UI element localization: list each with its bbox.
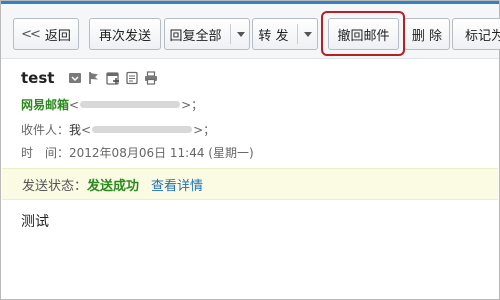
time-row: 时 间： 2012年08月06日 11:44 (星期一) xyxy=(21,144,254,161)
resend-button[interactable]: 再次发送 xyxy=(89,18,161,50)
recipient-label: 收件人： xyxy=(21,123,70,137)
button-divider xyxy=(229,24,231,44)
button-divider xyxy=(296,24,298,44)
recall-label: 撤回邮件 xyxy=(337,28,390,44)
toolbar: << 返回 再次发送 回复全部 转 发 撤回邮件 删 除 标记为 xyxy=(1,4,500,59)
delete-button[interactable]: 删 除 xyxy=(404,18,450,50)
delete-label: 删 除 xyxy=(411,28,443,44)
note-icon[interactable] xyxy=(125,71,139,85)
sender-name[interactable]: 网易邮箱 xyxy=(21,96,69,113)
message-actions xyxy=(68,71,163,85)
mail-view: << 返回 再次发送 回复全部 转 发 撤回邮件 删 除 标记为 test 网易… xyxy=(0,0,500,300)
recipient-open-bracket: < xyxy=(81,122,92,137)
status-label: 发送状态： xyxy=(22,178,88,194)
redacted-recipient-email xyxy=(92,126,193,133)
status-value: 发送成功 xyxy=(87,178,140,194)
recipient-row: 收件人： 我 < >； xyxy=(21,121,215,138)
time-label: 时 间： xyxy=(21,146,70,160)
back-label: 返回 xyxy=(44,28,71,44)
subject-title: test xyxy=(21,69,55,87)
redacted-sender-email xyxy=(80,101,181,108)
sender-close-bracket: >； xyxy=(181,98,204,112)
resend-label: 再次发送 xyxy=(98,28,151,44)
recall-button[interactable]: 撤回邮件 xyxy=(328,18,399,50)
subject-line: test xyxy=(21,69,163,87)
mark-as-label: 标记为 xyxy=(465,28,500,44)
forward-label: 转 发 xyxy=(258,28,289,44)
calendar-add-icon[interactable] xyxy=(106,71,120,85)
sender-open-bracket: < xyxy=(69,97,80,112)
dropdown-caret-icon[interactable] xyxy=(236,31,245,37)
move-icon[interactable] xyxy=(68,71,82,85)
message-body: 测试 xyxy=(21,214,49,230)
reply-all-button[interactable]: 回复全部 xyxy=(164,18,250,50)
time-value: 2012年08月06日 11:44 (星期一) xyxy=(69,146,254,160)
print-icon[interactable] xyxy=(144,71,158,85)
chevron-back-icon: << xyxy=(21,26,41,42)
recipient-close-bracket: >； xyxy=(193,123,216,137)
back-button[interactable]: << 返回 xyxy=(13,18,79,50)
sender-row: 网易邮箱 < >； xyxy=(21,96,203,113)
recipient-name[interactable]: 我 xyxy=(69,121,81,138)
flag-icon[interactable] xyxy=(87,71,101,85)
dropdown-caret-icon[interactable] xyxy=(303,31,312,37)
mark-as-button[interactable]: 标记为 xyxy=(452,18,500,50)
send-status-bar: 发送状态： 发送成功 查看详情 xyxy=(2,168,498,200)
reply-all-label: 回复全部 xyxy=(169,28,222,44)
forward-button[interactable]: 转 发 xyxy=(252,18,318,50)
view-details-link[interactable]: 查看详情 xyxy=(151,175,203,194)
